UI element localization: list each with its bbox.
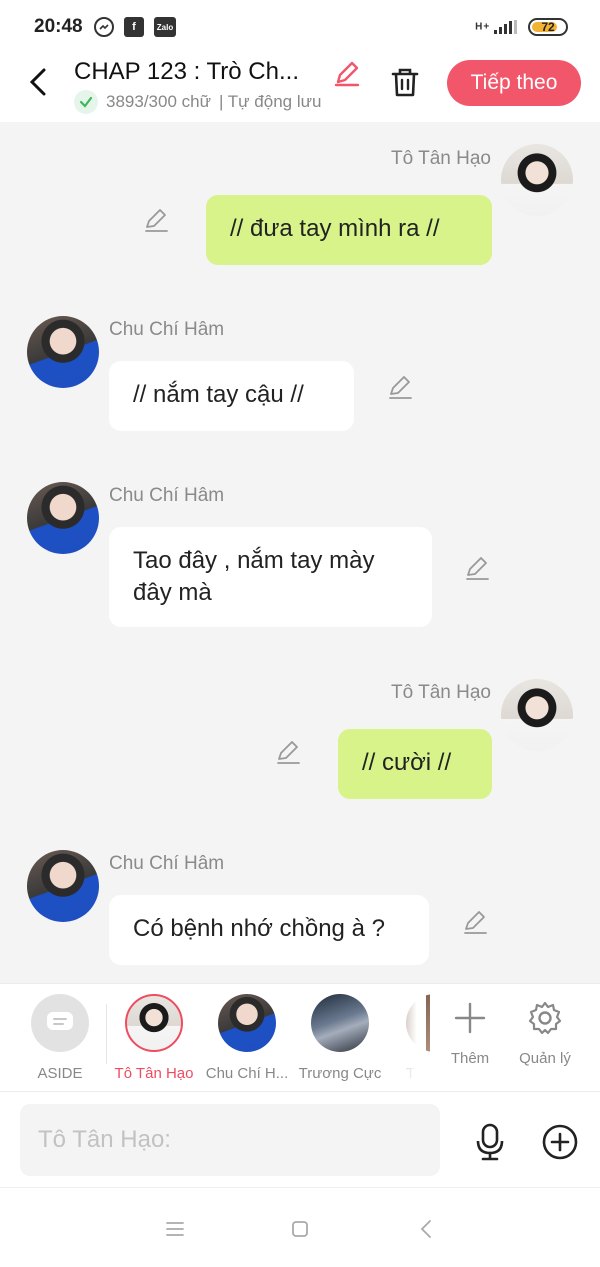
system-nav-bar (0, 1187, 600, 1267)
messenger-icon (94, 17, 114, 37)
menu-icon (166, 1222, 184, 1236)
edit-message-button[interactable] (386, 373, 414, 401)
pencil-icon (277, 741, 300, 764)
sender-name: Chu Chí Hâm (109, 853, 225, 874)
facebook-icon: f (124, 17, 144, 37)
edit-message-button[interactable] (463, 554, 491, 582)
status-bar: 20:48 f Zalo H+ 72 (0, 0, 600, 56)
avatar[interactable] (501, 144, 573, 216)
sender-name: Chu Chí Hâm (109, 319, 225, 340)
battery-level: 72 (541, 20, 555, 34)
check-icon (74, 90, 98, 114)
back-nav-icon (420, 1220, 431, 1238)
message-bubble[interactable]: // đưa tay mình ra // (206, 195, 492, 265)
avatar[interactable] (27, 482, 99, 554)
message-bubble[interactable]: Tao đây , nắm tay mày đây mà (109, 527, 432, 627)
aside-icon (31, 994, 89, 1052)
save-status: 3893/300 chữ | Tự động lưu (74, 90, 321, 114)
message-bubble[interactable]: Có bệnh nhớ chồng à ? (109, 895, 429, 965)
pencil-icon (334, 61, 360, 87)
character-to-tan-hao[interactable]: Tô Tân Hạo (107, 994, 201, 1082)
edit-message-button[interactable] (461, 908, 489, 936)
character-label: ASIDE (37, 1065, 83, 1082)
pencil-icon (145, 209, 168, 232)
pencil-icon (389, 376, 412, 399)
add-character-button[interactable]: Thêm (430, 994, 510, 1067)
edit-message-button[interactable] (142, 206, 170, 234)
plus-circle-icon (542, 1124, 578, 1160)
battery-icon: 72 (528, 18, 568, 36)
avatar[interactable] (27, 316, 99, 388)
avatar[interactable] (27, 850, 99, 922)
character-aside[interactable]: ASIDE (13, 994, 107, 1082)
message-input[interactable] (20, 1104, 440, 1176)
delete-button[interactable] (387, 64, 423, 100)
pencil-icon (466, 557, 489, 580)
character-label: Tô Tân Hạo (114, 1065, 194, 1082)
back-nav-button[interactable] (411, 1214, 441, 1244)
microphone-icon (476, 1123, 504, 1161)
chevron-left-icon (29, 68, 46, 96)
chat-area[interactable]: Tô Tân Hạo // đưa tay mình ra // Chu Chí… (0, 122, 600, 983)
input-bar (0, 1091, 600, 1187)
home-button[interactable] (285, 1214, 315, 1244)
home-icon (292, 1221, 308, 1237)
add-label: Thêm (450, 1050, 490, 1067)
chapter-title[interactable]: CHAP 123 : Trò Ch... (74, 58, 319, 86)
autosave-label: | Tự động lưu (218, 92, 322, 111)
voice-button[interactable] (468, 1120, 512, 1164)
scroll-fade (380, 984, 426, 1084)
avatar (218, 994, 276, 1052)
manage-characters-button[interactable]: Quản lý (505, 994, 585, 1067)
plus-icon (446, 994, 494, 1042)
signal-icon: H+ (475, 20, 518, 34)
more-options-button[interactable] (538, 1120, 582, 1164)
system-indicators: H+ 72 (475, 18, 568, 36)
next-button[interactable]: Tiếp theo (447, 60, 581, 106)
menu-button[interactable] (160, 1214, 190, 1244)
sender-name: Chu Chí Hâm (109, 485, 225, 506)
editor-header: CHAP 123 : Trò Ch... 3893/300 chữ | Tự đ… (0, 56, 600, 122)
notification-icons: f Zalo (94, 17, 176, 37)
character-chu-chi-ham[interactable]: Chu Chí H... (200, 994, 294, 1082)
character-label: Chu Chí H... (205, 1065, 289, 1082)
character-bar: ASIDE Tô Tân Hạo Chu Chí H... Trương Cực… (0, 983, 600, 1091)
gear-icon (521, 994, 569, 1042)
trash-icon (391, 68, 419, 97)
avatar (125, 994, 183, 1052)
sender-name: Tô Tân Hạo (391, 682, 491, 703)
message-bubble[interactable]: // nắm tay cậu // (109, 361, 354, 431)
status-time: 20:48 (34, 16, 83, 37)
avatar (311, 994, 369, 1052)
edit-title-button[interactable] (330, 56, 364, 90)
pencil-icon (464, 911, 487, 934)
sender-name: Tô Tân Hạo (391, 148, 491, 169)
network-type: H+ (475, 21, 491, 33)
avatar[interactable] (501, 679, 573, 751)
manage-label: Quản lý (519, 1050, 571, 1067)
word-count: 3893/300 chữ (106, 92, 211, 111)
back-button[interactable] (22, 64, 54, 100)
edit-message-button[interactable] (274, 738, 302, 766)
zalo-icon: Zalo (154, 17, 176, 37)
message-bubble[interactable]: // cười // (338, 729, 492, 799)
